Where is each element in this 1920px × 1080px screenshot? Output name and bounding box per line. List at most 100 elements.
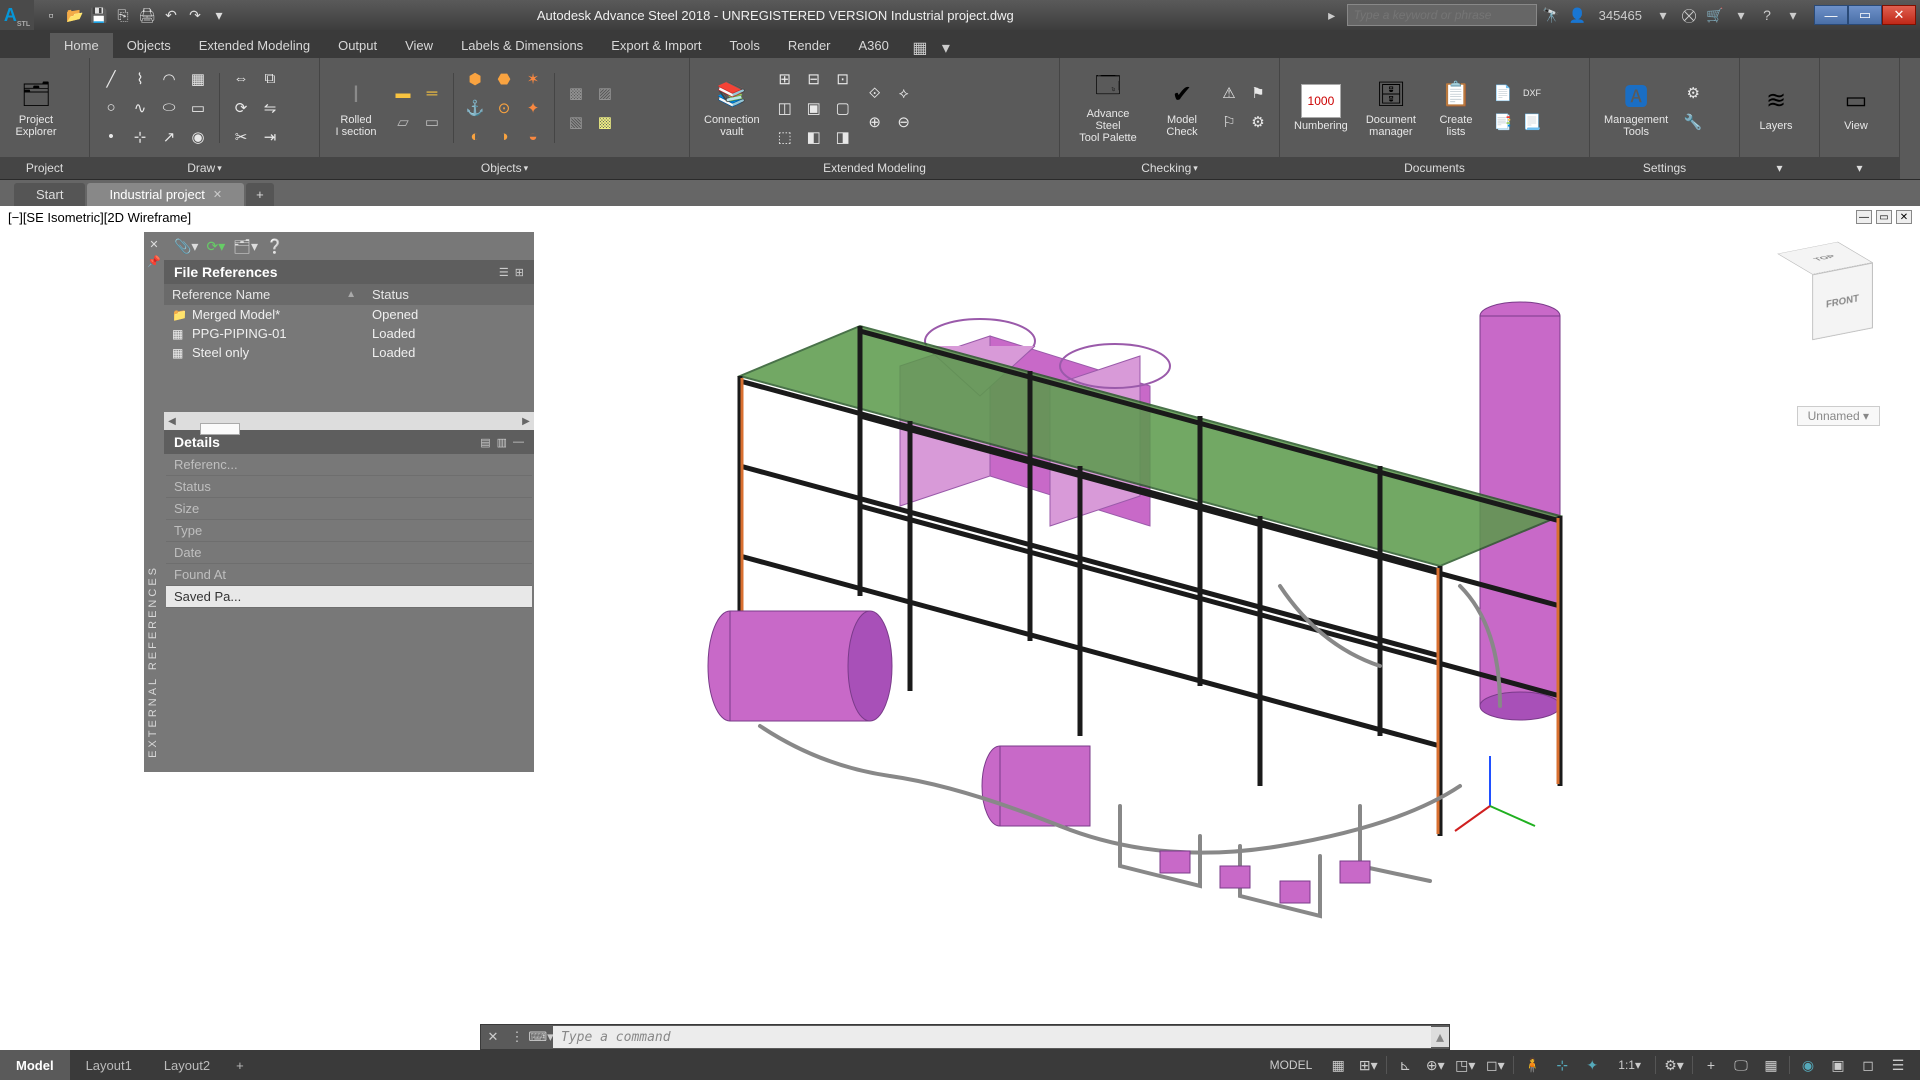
hatch-icon[interactable]: ▦ [185, 66, 211, 92]
panel-title-draw[interactable]: Draw [90, 157, 319, 179]
help2-icon[interactable]: ❔ [266, 238, 283, 255]
tree-view-icon[interactable]: ⊞ [515, 266, 524, 279]
title-arrow-icon[interactable]: ▸ [1321, 4, 1343, 26]
binoculars-icon[interactable]: 🔭 [1541, 4, 1563, 26]
beam-icon[interactable]: ▬ [390, 80, 416, 106]
move-icon[interactable]: ⇔ [228, 66, 254, 92]
ribbon-collapse-icon[interactable]: ▾ [937, 38, 955, 58]
panel-title-view[interactable]: ▾ [1820, 157, 1899, 179]
cube-front[interactable]: FRONT [1812, 262, 1873, 340]
management-tools-button[interactable]: 🅰 Management Tools [1598, 76, 1674, 140]
ext1-icon[interactable]: ⊞ [772, 66, 798, 92]
help-icon[interactable]: ? [1756, 4, 1778, 26]
ortho-icon[interactable]: ⊾ [1391, 1051, 1419, 1079]
line-icon[interactable]: ╱ [98, 66, 124, 92]
save-icon[interactable]: 💾 [88, 4, 110, 26]
connection-vault-button[interactable]: 📚 Connection vault [698, 76, 766, 140]
chk4-icon[interactable]: ⚙ [1245, 109, 1271, 135]
polyline-icon[interactable]: ⌇ [127, 66, 153, 92]
project-explorer-button[interactable]: 🗂 Project Explorer [8, 76, 64, 140]
palette-pin-icon[interactable]: 📌 [147, 255, 161, 268]
panel-title-objects[interactable]: Objects [320, 157, 689, 179]
tab-export-import[interactable]: Export & Import [597, 33, 715, 58]
iso-icon[interactable]: ◳▾ [1451, 1051, 1479, 1079]
tab-extended-modeling[interactable]: Extended Modeling [185, 33, 324, 58]
layers-button[interactable]: ≋ Layers [1748, 82, 1804, 134]
rotate-icon[interactable]: ⟳ [228, 95, 254, 121]
grid-icon[interactable]: ▦ [1324, 1051, 1352, 1079]
ext5-icon[interactable]: ▣ [801, 95, 827, 121]
plate2-icon[interactable]: ▭ [419, 109, 445, 135]
vp-min-icon[interactable]: — [1856, 210, 1872, 224]
custom-icon[interactable]: ☰ [1884, 1051, 1912, 1079]
print-icon[interactable]: 🖨 [136, 4, 158, 26]
detail2-icon[interactable]: ▥ [497, 436, 507, 449]
palette-strip[interactable]: ✕📌 EXTERNAL REFERENCES [144, 232, 164, 772]
ext3-icon[interactable]: ⊡ [830, 66, 856, 92]
grating3-icon[interactable]: ▧ [563, 109, 589, 135]
ray-icon[interactable]: ↗ [156, 124, 182, 150]
construction-icon[interactable]: ⊹ [127, 124, 153, 150]
model-check-button[interactable]: ✔ Model Check [1154, 76, 1210, 140]
tab-tools[interactable]: Tools [716, 33, 774, 58]
doc3-icon[interactable]: 📑 [1490, 109, 1516, 135]
grating4-icon[interactable]: ▩ [592, 109, 618, 135]
open-icon[interactable]: 📂 [64, 4, 86, 26]
shear-icon[interactable]: ✦ [520, 95, 546, 121]
tab-view[interactable]: View [391, 33, 447, 58]
cmd-handle-icon[interactable]: ⋮ [505, 1025, 529, 1049]
gizmo-icon[interactable]: ✦ [1578, 1051, 1606, 1079]
ext4-icon[interactable]: ◫ [772, 95, 798, 121]
3dosnap-icon[interactable]: 🧍 [1518, 1051, 1546, 1079]
plus-icon[interactable]: + [1697, 1051, 1725, 1079]
file-tab-start[interactable]: Start [14, 183, 85, 206]
copy-icon[interactable]: ⧉ [257, 66, 283, 92]
qat-more-icon[interactable]: ▾ [208, 4, 230, 26]
plate-icon[interactable]: ▱ [390, 109, 416, 135]
bolt2-icon[interactable]: ⬣ [491, 66, 517, 92]
close-button[interactable]: ✕ [1882, 5, 1916, 25]
ext9-icon[interactable]: ◨ [830, 124, 856, 150]
view-button[interactable]: ▭ View [1828, 82, 1884, 134]
anchor-icon[interactable]: ⚓ [462, 95, 488, 121]
viewport-label[interactable]: [−][SE Isometric][2D Wireframe] [8, 210, 191, 225]
palette-close-icon[interactable]: ✕ [149, 238, 158, 251]
tree-icon[interactable]: 🗂▾ [233, 238, 258, 255]
xref-row[interactable]: 📁Merged Model*Opened [164, 305, 534, 324]
keyword-search-input[interactable] [1347, 4, 1537, 26]
polar-icon[interactable]: ⊕▾ [1421, 1051, 1449, 1079]
clean-screen-icon[interactable]: ◻ [1854, 1051, 1882, 1079]
layout-tab-layout2[interactable]: Layout2 [148, 1050, 226, 1080]
tab-output[interactable]: Output [324, 33, 391, 58]
file-tab-industrial-project[interactable]: Industrial project✕ [87, 183, 244, 206]
notch-icon[interactable]: ◒ [520, 124, 546, 150]
tab-render[interactable]: Render [774, 33, 845, 58]
help-drop-icon[interactable]: ▾ [1782, 4, 1804, 26]
new-tab-button[interactable]: + [246, 183, 274, 206]
doc4-icon[interactable]: 📃 [1519, 109, 1545, 135]
circle-icon[interactable]: ○ [98, 95, 124, 121]
xref-row[interactable]: ▦Steel onlyLoaded [164, 343, 534, 362]
ext10-icon[interactable]: ⟐ [862, 80, 888, 106]
tab-a360[interactable]: A360 [845, 33, 903, 58]
donut-icon[interactable]: ◉ [185, 124, 211, 150]
tab-apps-icon[interactable]: ▦ [911, 38, 929, 58]
set2-icon[interactable]: 🔧 [1680, 109, 1706, 135]
anno-scale[interactable]: 1:1 ▾ [1608, 1051, 1651, 1079]
rolled-isection-button[interactable]: I Rolled I section [328, 76, 384, 140]
set1-icon[interactable]: ⚙ [1680, 80, 1706, 106]
command-input[interactable]: Type a command [553, 1026, 1431, 1048]
new-icon[interactable]: ▫ [40, 4, 62, 26]
extend-icon[interactable]: ⇥ [257, 124, 283, 150]
monitor-icon[interactable]: 🖵 [1727, 1051, 1755, 1079]
chk3-icon[interactable]: ⚐ [1216, 109, 1242, 135]
ext11-icon[interactable]: ⟡ [891, 80, 917, 106]
cmd-prompt-icon[interactable]: ⌨▾ [529, 1025, 553, 1049]
vp-close-icon[interactable]: ✕ [1896, 210, 1912, 224]
dyn-ucs-icon[interactable]: ⊹ [1548, 1051, 1576, 1079]
close-tab-icon[interactable]: ✕ [213, 188, 222, 201]
panel-title-layers[interactable]: ▾ [1740, 157, 1819, 179]
signin-icon[interactable]: 👤 [1567, 4, 1589, 26]
saveas-icon[interactable]: ⎘ [112, 4, 134, 26]
trim-icon[interactable]: ✂ [228, 124, 254, 150]
